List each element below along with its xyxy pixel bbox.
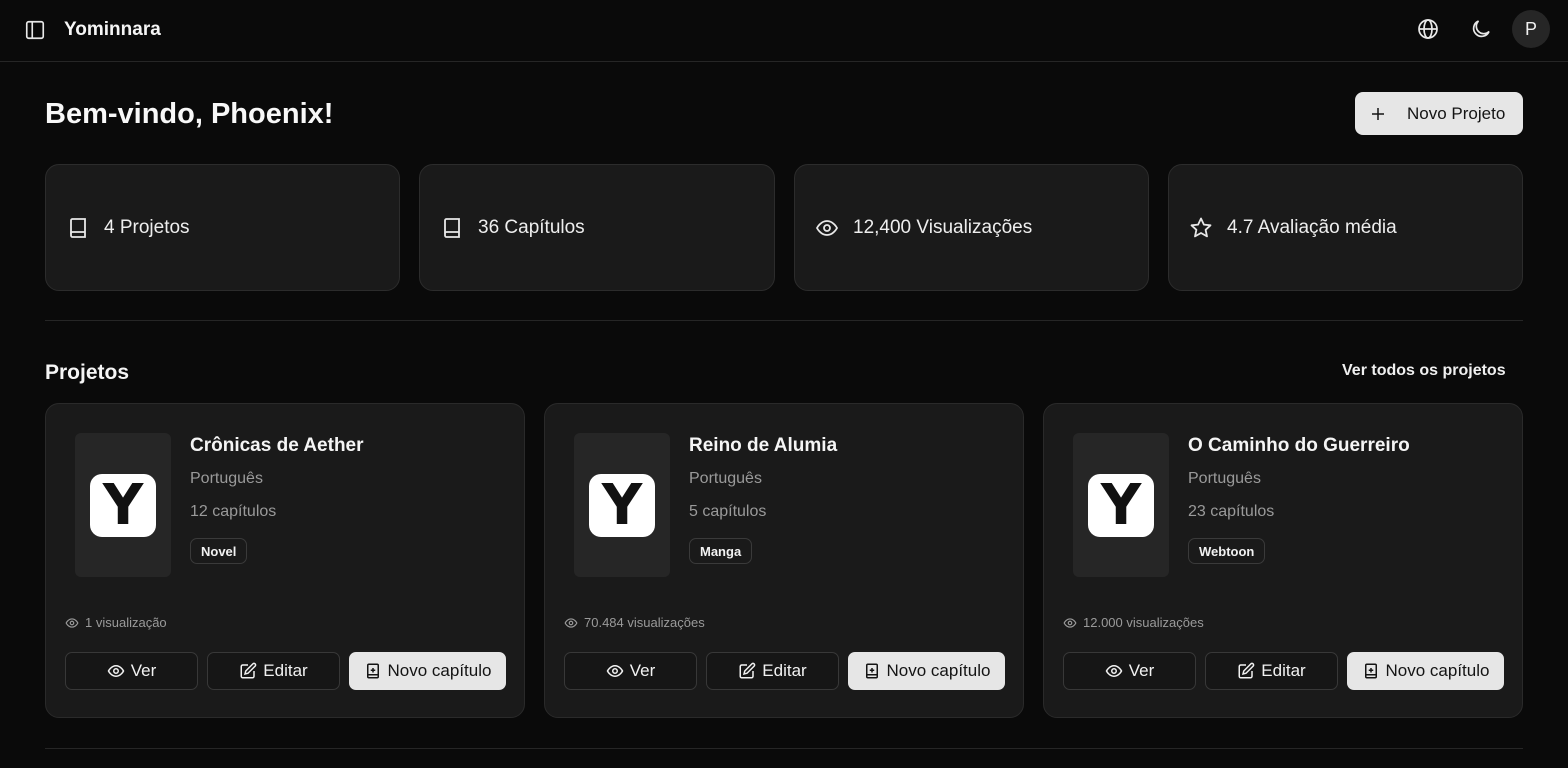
project-chapters: 12 capítulos	[190, 503, 277, 520]
divider	[45, 748, 1523, 749]
project-cover[interactable]: Y	[1073, 433, 1169, 577]
project-cover[interactable]: Y	[574, 433, 670, 577]
view-label: Ver	[1128, 661, 1155, 680]
new-chapter-label: Novo capítulo	[886, 661, 991, 680]
views-label: 1 visualização	[85, 615, 167, 630]
new-project-label: Novo Projeto	[1407, 103, 1506, 123]
top-bar: Yominnara P	[0, 0, 1568, 62]
new-chapter-button[interactable]: Novo capítulo	[1347, 652, 1504, 690]
eye-icon	[564, 616, 578, 630]
edit-icon	[239, 662, 257, 680]
project-title[interactable]: Crônicas de Aether	[190, 435, 364, 457]
divider	[45, 320, 1523, 321]
stat-card-chapters: 36 Capítulos	[419, 164, 775, 291]
moon-icon[interactable]	[1469, 17, 1493, 41]
sidebar-toggle-icon[interactable]	[24, 19, 46, 41]
new-chapter-button[interactable]: Novo capítulo	[848, 652, 1005, 690]
project-card: Y Crônicas de Aether Português 12 capítu…	[45, 403, 525, 718]
view-button[interactable]: Ver	[564, 652, 697, 690]
project-card: Y Reino de Alumia Português 5 capítulos …	[544, 403, 1024, 718]
stat-label: 4.7 Avaliação média	[1227, 216, 1397, 238]
edit-label: Editar	[762, 661, 807, 680]
see-all-projects-link[interactable]: Ver todos os projetos	[1342, 362, 1506, 380]
avatar[interactable]: P	[1512, 10, 1550, 48]
eye-icon	[606, 662, 624, 680]
project-language: Português	[1188, 470, 1261, 487]
project-chapters: 5 capítulos	[689, 503, 767, 520]
project-language: Português	[190, 470, 263, 487]
plus-icon	[1369, 105, 1387, 123]
project-views: 12.000 visualizações	[1063, 615, 1204, 630]
stat-label: 12,400 Visualizações	[853, 216, 1033, 238]
eye-icon	[815, 216, 839, 240]
star-icon	[1189, 216, 1213, 240]
type-badge: Webtoon	[1188, 538, 1266, 564]
cover-logo: Y	[1088, 473, 1154, 538]
view-label: Ver	[130, 661, 157, 680]
book-plus-icon	[863, 662, 881, 680]
eye-icon	[107, 662, 125, 680]
project-cover[interactable]: Y	[75, 433, 171, 577]
edit-icon	[1237, 662, 1255, 680]
globe-icon[interactable]	[1416, 17, 1440, 41]
project-card: Y O Caminho do Guerreiro Português 23 ca…	[1043, 403, 1523, 718]
eye-icon	[1063, 616, 1077, 630]
edit-button[interactable]: Editar	[1205, 652, 1338, 690]
book-plus-icon	[1362, 662, 1380, 680]
stat-card-rating: 4.7 Avaliação média	[1168, 164, 1523, 291]
new-chapter-label: Novo capítulo	[1385, 661, 1490, 680]
project-views: 1 visualização	[65, 615, 167, 630]
type-badge: Manga	[689, 538, 753, 564]
stat-card-projects: 4 Projetos	[45, 164, 400, 291]
app-title[interactable]: Yominnara	[64, 19, 161, 41]
avatar-initial: P	[1524, 18, 1537, 39]
views-label: 12.000 visualizações	[1083, 615, 1204, 630]
type-badge: Novel	[190, 538, 248, 564]
edit-icon	[738, 662, 756, 680]
new-chapter-button[interactable]: Novo capítulo	[349, 652, 506, 690]
project-language: Português	[689, 470, 762, 487]
edit-label: Editar	[263, 661, 308, 680]
book-icon	[66, 216, 90, 240]
cover-logo: Y	[589, 473, 655, 538]
stat-card-views: 12,400 Visualizações	[794, 164, 1149, 291]
eye-icon	[65, 616, 79, 630]
view-button[interactable]: Ver	[1063, 652, 1196, 690]
book-plus-icon	[364, 662, 382, 680]
views-label: 70.484 visualizações	[584, 615, 705, 630]
new-project-button[interactable]: Novo Projeto	[1355, 92, 1523, 135]
project-title[interactable]: Reino de Alumia	[689, 435, 837, 457]
stat-label: 36 Capítulos	[478, 216, 585, 238]
new-chapter-label: Novo capítulo	[387, 661, 492, 680]
eye-icon	[1105, 662, 1123, 680]
edit-button[interactable]: Editar	[706, 652, 839, 690]
edit-button[interactable]: Editar	[207, 652, 340, 690]
project-title[interactable]: O Caminho do Guerreiro	[1188, 435, 1410, 457]
edit-label: Editar	[1261, 661, 1306, 680]
page-title: Bem-vindo, Phoenix!	[45, 98, 334, 130]
project-chapters: 23 capítulos	[1188, 503, 1275, 520]
project-views: 70.484 visualizações	[564, 615, 705, 630]
stat-label: 4 Projetos	[104, 216, 190, 238]
view-label: Ver	[629, 661, 656, 680]
cover-logo: Y	[90, 473, 156, 538]
book-icon	[440, 216, 464, 240]
section-title: Projetos	[45, 361, 130, 384]
view-button[interactable]: Ver	[65, 652, 198, 690]
